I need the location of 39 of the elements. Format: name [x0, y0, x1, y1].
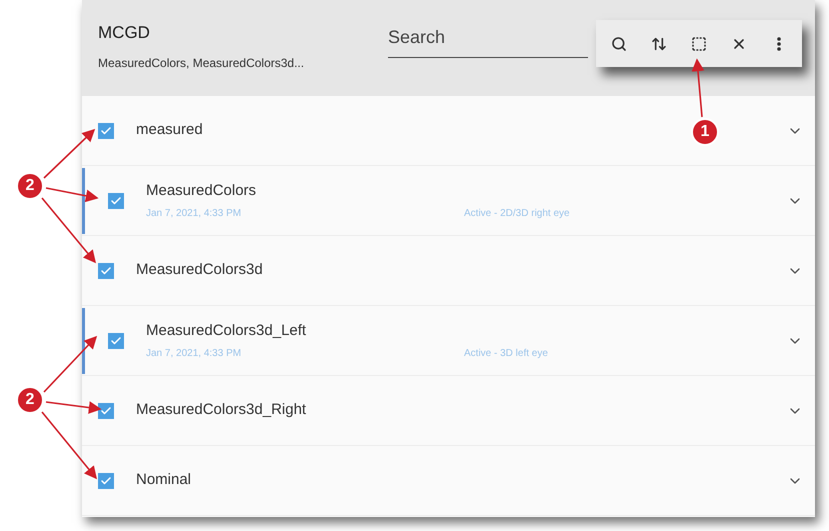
search-icon [611, 36, 627, 52]
check-icon [110, 334, 122, 346]
checkbox[interactable] [98, 262, 114, 278]
list-row[interactable]: Nominal [82, 446, 815, 516]
check-icon [100, 474, 112, 486]
callout-marker: 2 [16, 172, 44, 200]
checkbox[interactable] [98, 122, 114, 138]
check-icon [100, 264, 112, 276]
callout-marker: 2 [16, 386, 44, 414]
check-icon [100, 404, 112, 416]
check-icon [110, 194, 122, 206]
more-icon [777, 36, 781, 50]
panel-title: MCGD [98, 22, 151, 44]
row-label: MeasuredColors [146, 180, 256, 201]
panel-subtitle: MeasuredColors, MeasuredColors3d... [98, 54, 306, 72]
row-status: Active - 2D/3D right eye [464, 207, 570, 222]
list-row[interactable]: MeasuredColors3d_Left Jan 7, 2021, 4:33 PM Active - 3D left eye [82, 306, 815, 376]
checkbox[interactable] [98, 472, 114, 488]
row-label: Nominal [136, 470, 192, 490]
callout-arrow [43, 128, 96, 179]
callout-arrow [43, 336, 98, 393]
row-status: Active - 3D left eye [464, 347, 548, 362]
row-date: Jan 7, 2021, 4:33 PM [146, 207, 242, 222]
search-field[interactable]: Search [388, 24, 588, 58]
row-date: Jan 7, 2021, 4:33 PM [146, 347, 242, 362]
row-label: MeasuredColors3d_Left [146, 320, 306, 341]
list-row[interactable]: MeasuredColors3d_Right [82, 376, 815, 446]
list-row[interactable]: MeasuredColors3d [82, 236, 815, 306]
checkbox[interactable] [98, 402, 114, 418]
callout-arrow [692, 58, 704, 118]
sort-icon [651, 36, 667, 52]
select-frame-icon [691, 36, 707, 52]
row-label: MeasuredColors3d_Right [136, 400, 306, 420]
check-icon [100, 124, 112, 136]
list-row[interactable]: MeasuredColors Jan 7, 2021, 4:33 PM Active - 2D/3D right eye [82, 166, 815, 236]
row-label: measured [136, 120, 203, 140]
checkbox[interactable] [108, 192, 124, 208]
row-label: MeasuredColors3d [136, 260, 263, 280]
checkbox[interactable] [108, 332, 124, 348]
